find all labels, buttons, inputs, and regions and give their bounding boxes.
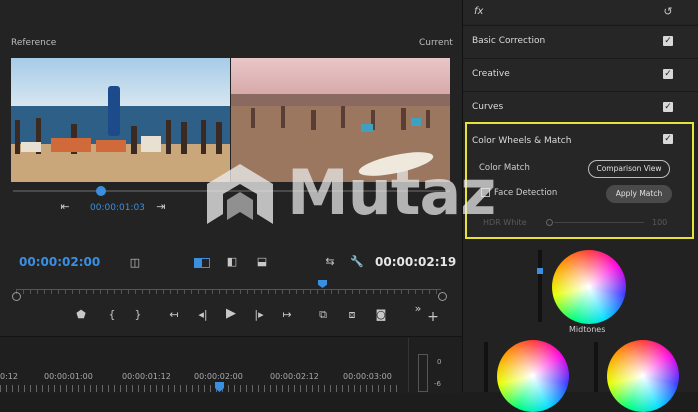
highlights-crosshair-icon[interactable]: +	[638, 370, 646, 381]
audio-meter	[418, 354, 428, 392]
mark-out-icon[interactable]: }	[132, 309, 144, 321]
step-back-icon[interactable]: ⇤	[58, 201, 72, 213]
ruler-label-0: 0:12	[0, 372, 18, 381]
reference-scrubber-track[interactable]	[13, 190, 450, 192]
ruler-label-1: 00:00:01:00	[44, 372, 93, 381]
creative-checkbox[interactable]: ✓	[663, 69, 673, 79]
midtones-crosshair-icon[interactable]: +	[584, 281, 592, 292]
horizontal-split-icon[interactable]: ⬓	[255, 256, 269, 268]
basic-correction-checkbox[interactable]: ✓	[663, 36, 673, 46]
face-detection-checkbox[interactable]	[481, 188, 490, 197]
color-wheels-checkbox[interactable]: ✓	[663, 134, 673, 144]
hdr-white-slider-track[interactable]	[554, 222, 644, 223]
program-monitor: Reference Current ⇤ 00:00:01:03 ⇥ 00:00:…	[0, 0, 462, 393]
vertical-split-icon[interactable]: ◧	[225, 256, 239, 268]
color-match-label: Color Match	[479, 163, 530, 173]
ruler-label-4: 00:00:02:12	[270, 372, 319, 381]
go-to-in-icon[interactable]: ↤	[167, 309, 181, 321]
meter-label-0: 0	[437, 358, 442, 366]
highlights-luma-slider[interactable]	[594, 342, 598, 392]
playhead-timecode[interactable]: 00:00:02:00	[19, 255, 100, 269]
face-detection-label: Face Detection	[494, 188, 558, 198]
section-curves[interactable]: Curves ✓	[463, 91, 698, 124]
section-label: Creative	[472, 69, 510, 79]
section-label: Basic Correction	[472, 36, 546, 46]
ruler-label-2: 00:00:01:12	[122, 372, 171, 381]
ruler-label-3: 00:00:02:00	[194, 372, 243, 381]
step-forward-icon[interactable]: ⇥	[154, 201, 168, 213]
apply-match-button[interactable]: Apply Match	[606, 185, 672, 203]
swap-sides-icon[interactable]: ⇆	[323, 256, 337, 268]
timeline-divider	[408, 338, 409, 392]
lift-icon[interactable]: ⧉	[315, 309, 331, 321]
monitor-playhead[interactable]	[318, 280, 327, 288]
in-point-marker[interactable]	[12, 292, 21, 301]
hdr-white-value: 100	[652, 218, 668, 227]
reference-timecode[interactable]: 00:00:01:03	[90, 203, 145, 213]
play-icon[interactable]: ▶	[224, 307, 238, 320]
out-point-marker[interactable]	[438, 292, 447, 301]
wrench-icon[interactable]: 🔧	[350, 256, 364, 268]
midtones-label: Midtones	[569, 325, 606, 334]
monitor-mini-ruler[interactable]	[16, 289, 441, 298]
reset-icon[interactable]: ↺	[662, 6, 674, 18]
export-frame-icon[interactable]: ◙	[373, 309, 389, 321]
step-back-frame-icon[interactable]: ◂|	[196, 309, 210, 321]
go-to-out-icon[interactable]: ↦	[280, 309, 294, 321]
shadows-luma-slider[interactable]	[484, 342, 488, 392]
current-frame[interactable]	[231, 58, 450, 182]
current-label: Current	[419, 38, 453, 48]
section-creative[interactable]: Creative ✓	[463, 58, 698, 91]
extract-icon[interactable]: ⧈	[344, 309, 360, 321]
color-wheels-match-label[interactable]: Color Wheels & Match	[472, 136, 571, 146]
split-view-icon[interactable]: ◫	[128, 257, 142, 269]
section-basic-correction[interactable]: Basic Correction ✓	[463, 25, 698, 58]
timeline-ruler-ticks[interactable]	[0, 385, 400, 392]
curves-checkbox[interactable]: ✓	[663, 102, 673, 112]
mark-in-icon[interactable]: {	[106, 309, 118, 321]
shadows-crosshair-icon[interactable]: +	[528, 370, 536, 381]
fx-label[interactable]: fx	[474, 6, 483, 17]
reference-scrubber-handle[interactable]	[96, 186, 106, 196]
midtones-luma-slider[interactable]	[537, 250, 543, 322]
meter-label-6: -6	[434, 380, 441, 388]
duration-timecode: 00:00:02:19	[375, 255, 457, 269]
section-label: Curves	[472, 102, 504, 112]
add-marker-icon[interactable]: ⬟	[75, 309, 87, 321]
side-by-side-icon[interactable]	[194, 258, 210, 268]
reference-label: Reference	[11, 38, 57, 48]
step-forward-frame-icon[interactable]: |▸	[252, 309, 266, 321]
comparison-view-button[interactable]: Comparison View	[588, 160, 670, 178]
reference-frame[interactable]	[11, 58, 230, 182]
hdr-white-label: HDR White	[483, 218, 527, 227]
hdr-white-slider-handle[interactable]	[546, 219, 553, 226]
ruler-label-5: 00:00:03:00	[343, 372, 392, 381]
more-controls-icon[interactable]: »	[412, 303, 424, 315]
button-editor-icon[interactable]: +	[427, 310, 439, 324]
